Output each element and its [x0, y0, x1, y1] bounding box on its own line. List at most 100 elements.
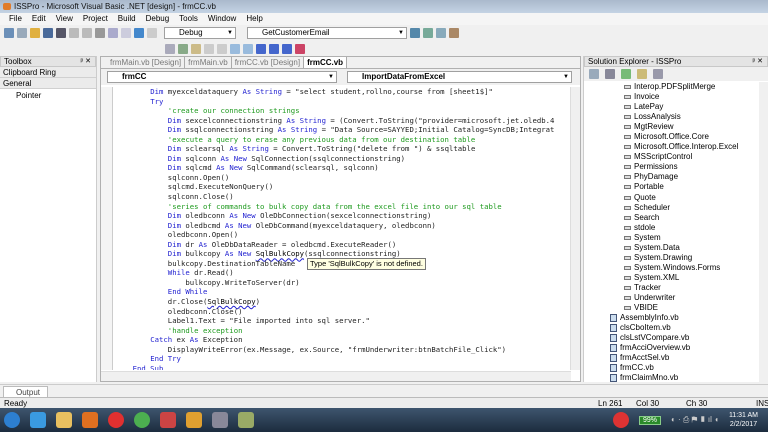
uncomment-icon[interactable] [243, 44, 253, 54]
tab-document[interactable]: frmCC.vb [Design] [232, 57, 305, 68]
new-project-icon[interactable] [4, 28, 14, 38]
menu-tools[interactable]: Tools [174, 13, 203, 25]
tree-item-reference[interactable]: MSScriptControl [584, 152, 759, 162]
clock[interactable]: 11:31 AM 2/2/2017 [729, 411, 768, 429]
tree-scrollbar[interactable] [759, 82, 768, 382]
tree-item-reference[interactable]: System.Windows.Forms [584, 263, 759, 273]
bookmark-icon[interactable] [147, 28, 157, 38]
tab-document[interactable]: frmMain.vb [Design] [107, 57, 186, 68]
tree-item-file[interactable]: clsCboItem.vb [584, 323, 759, 333]
tray-icons[interactable]: ◐ · ⎙ ⚑ ▮ ıl ◖ [671, 415, 719, 425]
menu-project[interactable]: Project [78, 13, 113, 25]
menu-build[interactable]: Build [113, 13, 141, 25]
tree-item-file[interactable]: frmAcciOverview.vb [584, 343, 759, 353]
menu-debug[interactable]: Debug [141, 13, 175, 25]
code-area[interactable]: Dim myexceldataquery As String = "select… [101, 87, 571, 370]
tree-item-file[interactable]: frmAcctSel.vb [584, 353, 759, 363]
tree-item-reference[interactable]: Portable [584, 182, 759, 192]
tree-item-reference[interactable]: Permissions [584, 162, 759, 172]
toolbox-item-pointer[interactable]: Pointer [0, 89, 96, 101]
save-icon[interactable] [43, 28, 53, 38]
tree-item-reference[interactable]: LossAnalysis [584, 112, 759, 122]
battery-indicator[interactable]: 99% [638, 415, 661, 425]
tree-item-reference[interactable]: Microsoft.Office.Core [584, 132, 759, 142]
tree-item-reference[interactable]: System.XML [584, 273, 759, 283]
add-item-icon[interactable] [17, 28, 27, 38]
menu-view[interactable]: View [51, 13, 78, 25]
tools-app-icon[interactable] [238, 412, 254, 428]
menu-help[interactable]: Help [241, 13, 267, 25]
toolbox-section-general[interactable]: General [0, 78, 96, 89]
menu-file[interactable]: File [4, 13, 27, 25]
open-icon[interactable] [30, 28, 40, 38]
view-designer-icon[interactable] [605, 69, 615, 79]
class-name-dropdown[interactable]: frmCC ▼ [107, 71, 337, 83]
method-name-dropdown[interactable]: ImportDataFromExcel ▼ [347, 71, 572, 83]
toolbox-icon[interactable] [436, 28, 446, 38]
tree-item-reference[interactable]: PhyDamage [584, 172, 759, 182]
tray-app-icon[interactable] [612, 412, 629, 428]
start-button-icon[interactable] [4, 412, 20, 428]
home-app-icon[interactable] [160, 412, 176, 428]
tab-document[interactable]: frmCC.vb [304, 57, 348, 68]
save-all-icon[interactable] [56, 28, 66, 38]
show-all-files-icon[interactable] [637, 69, 647, 79]
vertical-scrollbar[interactable] [570, 87, 580, 370]
menu-edit[interactable]: Edit [27, 13, 51, 25]
tree-item-reference[interactable]: Tracker [584, 283, 759, 293]
media-player-icon[interactable] [82, 412, 98, 428]
tree-item-reference[interactable]: System [584, 233, 759, 243]
align-icon[interactable] [165, 44, 175, 54]
tree-item-file[interactable]: frmClaimMno.vb [584, 373, 759, 383]
horizontal-scrollbar[interactable] [101, 371, 571, 381]
cloud-app-icon[interactable] [108, 412, 124, 428]
solution-explorer-icon[interactable] [410, 28, 420, 38]
pin-close-icons[interactable]: ᵖ ✕ [753, 57, 763, 67]
chrome-icon[interactable] [134, 412, 150, 428]
tree-item-file[interactable]: AssemblyInfo.vb [584, 313, 759, 323]
tree-item-file[interactable]: frmCC.vb [584, 363, 759, 373]
properties-icon[interactable] [653, 69, 663, 79]
comment-icon[interactable] [230, 44, 240, 54]
tree-item-reference[interactable]: Interop.PDFSplitMerge [584, 82, 759, 92]
tree-item-reference[interactable]: Search [584, 213, 759, 223]
tree-item-reference[interactable]: LatePay [584, 102, 759, 112]
find-combo[interactable]: GetCustomerEmail ▼ [247, 27, 407, 39]
spacing-icon[interactable] [191, 44, 201, 54]
bookmark-toggle-icon[interactable] [256, 44, 266, 54]
copy-icon[interactable] [82, 28, 92, 38]
paste-icon[interactable] [95, 28, 105, 38]
tree-item-reference[interactable]: VBIDE [584, 303, 759, 313]
tree-item-reference[interactable]: Quote [584, 193, 759, 203]
visual-basic-icon[interactable] [212, 412, 228, 428]
internet-explorer-icon[interactable] [30, 412, 46, 428]
clear-bookmarks-icon[interactable] [295, 44, 305, 54]
next-bookmark-icon[interactable] [269, 44, 279, 54]
tree-item-reference[interactable]: MgtReview [584, 122, 759, 132]
properties-icon[interactable] [423, 28, 433, 38]
tree-item-reference[interactable]: Scheduler [584, 203, 759, 213]
tree-item-reference[interactable]: System.Data [584, 243, 759, 253]
tree-item-reference[interactable]: stdole [584, 223, 759, 233]
tab-document[interactable]: frmMain.vb [185, 57, 232, 68]
tree-item-reference[interactable]: Microsoft.Office.Interop.Excel [584, 142, 759, 152]
undo-icon[interactable] [108, 28, 118, 38]
pin-close-icons[interactable]: ᵖ ✕ [81, 57, 91, 67]
navigate-icon[interactable] [134, 28, 144, 38]
prev-bookmark-icon[interactable] [282, 44, 292, 54]
toolbox-section-clipboard-ring[interactable]: Clipboard Ring [0, 67, 96, 78]
tree-item-file[interactable]: clsLstVCompare.vb [584, 333, 759, 343]
outlook-icon[interactable] [186, 412, 202, 428]
outdent-icon[interactable] [217, 44, 227, 54]
solution-config-dropdown[interactable]: Debug ▼ [164, 27, 236, 39]
tree-item-reference[interactable]: Invoice [584, 92, 759, 102]
tools-icon[interactable] [449, 28, 459, 38]
refresh-icon[interactable] [621, 69, 631, 79]
tree-item-reference[interactable]: Underwriter [584, 293, 759, 303]
file-explorer-icon[interactable] [56, 412, 72, 428]
redo-icon[interactable] [121, 28, 131, 38]
menu-window[interactable]: Window [203, 13, 241, 25]
cut-icon[interactable] [69, 28, 79, 38]
indent-icon[interactable] [204, 44, 214, 54]
view-code-icon[interactable] [589, 69, 599, 79]
